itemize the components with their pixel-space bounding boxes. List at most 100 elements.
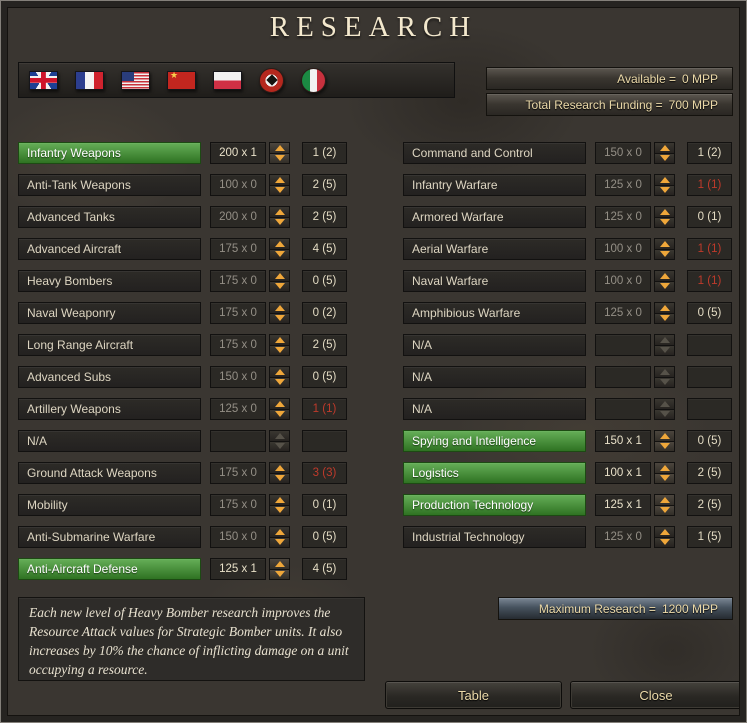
spinner-down-button[interactable] [269, 152, 290, 164]
spinner-down-button[interactable] [269, 312, 290, 324]
spinner-down-button[interactable] [269, 184, 290, 196]
flag-germany-icon[interactable] [259, 67, 284, 93]
spinner-down-button[interactable] [269, 248, 290, 260]
spinner-down-button[interactable] [654, 440, 675, 452]
spinner-down-button[interactable] [654, 504, 675, 516]
spinner-up-button[interactable] [654, 238, 675, 249]
flag-italy-icon[interactable] [301, 67, 326, 93]
spinner-down-button[interactable] [269, 536, 290, 548]
spinner-down-button[interactable] [269, 408, 290, 420]
spinner-up-button[interactable] [654, 366, 675, 377]
spinner-down-button[interactable] [269, 504, 290, 516]
available-value: 0 MPP [681, 71, 718, 86]
spinner-down-button[interactable] [654, 472, 675, 484]
research-category-label[interactable]: Naval Warfare [403, 270, 586, 292]
research-category-label[interactable]: Infantry Weapons [18, 142, 201, 164]
spinner-up-button[interactable] [269, 334, 290, 345]
spinner-down-button[interactable] [654, 248, 675, 260]
spinner-up-button[interactable] [654, 398, 675, 409]
spinner-down-button[interactable] [654, 280, 675, 292]
research-category-label[interactable]: Heavy Bombers [18, 270, 201, 292]
arrow-up-icon [274, 176, 285, 183]
research-category-label[interactable]: Industrial Technology [403, 526, 586, 548]
spinner-up-button[interactable] [269, 174, 290, 185]
spinner-down-button[interactable] [269, 568, 290, 580]
spinner-up-button[interactable] [654, 334, 675, 345]
research-category-label[interactable]: Ground Attack Weapons [18, 462, 201, 484]
research-category-label[interactable]: Anti-Submarine Warfare [18, 526, 201, 548]
arrow-down-icon [274, 411, 285, 418]
research-category-label[interactable]: N/A [403, 366, 586, 388]
spinner-up-button[interactable] [654, 174, 675, 185]
spinner-down-button[interactable] [654, 152, 675, 164]
research-category-label[interactable]: Command and Control [403, 142, 586, 164]
close-button[interactable]: Close [570, 681, 742, 709]
research-spinner [269, 526, 290, 548]
spinner-down-button[interactable] [269, 376, 290, 388]
research-category-label[interactable]: Advanced Tanks [18, 206, 201, 228]
spinner-up-button[interactable] [269, 462, 290, 473]
research-category-label[interactable]: Infantry Warfare [403, 174, 586, 196]
flag-ussr-icon[interactable] [167, 70, 196, 90]
spinner-down-button[interactable] [654, 376, 675, 388]
spinner-up-button[interactable] [654, 430, 675, 441]
research-category-label[interactable]: Anti-Tank Weapons [18, 174, 201, 196]
maximum-research-bar: Maximum Research = 1200 MPP [498, 597, 733, 620]
spinner-down-button[interactable] [654, 408, 675, 420]
spinner-down-button[interactable] [269, 344, 290, 356]
spinner-down-button[interactable] [654, 216, 675, 228]
spinner-down-button[interactable] [269, 472, 290, 484]
research-category-label[interactable]: Spying and Intelligence [403, 430, 586, 452]
research-category-label[interactable]: Long Range Aircraft [18, 334, 201, 356]
flag-poland-icon[interactable] [213, 70, 242, 90]
spinner-up-button[interactable] [269, 270, 290, 281]
research-level-box: 2 (5) [302, 206, 347, 228]
spinner-up-button[interactable] [654, 494, 675, 505]
spinner-down-button[interactable] [269, 440, 290, 452]
research-category-label[interactable]: Advanced Subs [18, 366, 201, 388]
spinner-up-button[interactable] [269, 302, 290, 313]
research-category-label[interactable]: Aerial Warfare [403, 238, 586, 260]
spinner-up-button[interactable] [654, 270, 675, 281]
spinner-up-button[interactable] [654, 462, 675, 473]
research-category-label[interactable]: N/A [403, 398, 586, 420]
spinner-up-button[interactable] [269, 398, 290, 409]
research-category-label[interactable]: Production Technology [403, 494, 586, 516]
spinner-up-button[interactable] [269, 494, 290, 505]
research-category-label[interactable]: Logistics [403, 462, 586, 484]
research-category-label[interactable]: Artillery Weapons [18, 398, 201, 420]
spinner-up-button[interactable] [269, 206, 290, 217]
flag-france-icon[interactable] [75, 70, 104, 90]
spinner-down-button[interactable] [654, 312, 675, 324]
table-button[interactable]: Table [385, 681, 562, 709]
research-category-label[interactable]: Anti-Aircraft Defense [18, 558, 201, 580]
spinner-up-button[interactable] [654, 526, 675, 537]
spinner-up-button[interactable] [269, 526, 290, 537]
research-category-label[interactable]: N/A [403, 334, 586, 356]
spinner-down-button[interactable] [654, 184, 675, 196]
research-category-label[interactable]: Armored Warfare [403, 206, 586, 228]
research-category-label[interactable]: N/A [18, 430, 201, 452]
spinner-down-button[interactable] [654, 344, 675, 356]
spinner-down-button[interactable] [654, 536, 675, 548]
research-category-label[interactable]: Amphibious Warfare [403, 302, 586, 324]
spinner-up-button[interactable] [269, 142, 290, 153]
research-category-label[interactable]: Naval Weaponry [18, 302, 201, 324]
flag-united-kingdom-icon[interactable] [29, 70, 58, 90]
research-spinner [269, 398, 290, 420]
spinner-up-button[interactable] [654, 142, 675, 153]
flag-usa-icon[interactable] [121, 70, 150, 90]
research-category-label[interactable]: Advanced Aircraft [18, 238, 201, 260]
spinner-up-button[interactable] [269, 430, 290, 441]
spinner-up-button[interactable] [269, 558, 290, 569]
spinner-up-button[interactable] [654, 302, 675, 313]
research-level-box: 0 (2) [302, 302, 347, 324]
research-category-label[interactable]: Mobility [18, 494, 201, 516]
spinner-down-button[interactable] [269, 280, 290, 292]
research-list-left: Infantry Weapons 200 x 1 1 (2) Anti-Tank… [18, 142, 347, 590]
spinner-up-button[interactable] [269, 238, 290, 249]
spinner-down-button[interactable] [269, 216, 290, 228]
available-mpp-bar: Available = 0 MPP [486, 67, 733, 90]
spinner-up-button[interactable] [269, 366, 290, 377]
spinner-up-button[interactable] [654, 206, 675, 217]
